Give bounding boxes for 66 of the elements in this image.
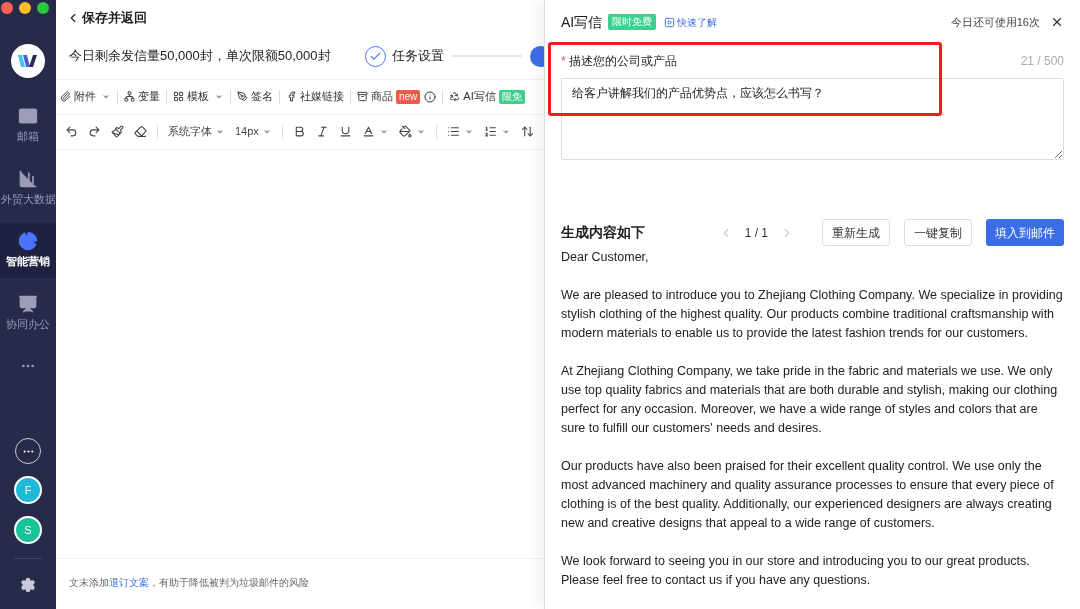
send-quota-text: 今日剩余发信量50,000封，单次限额50,000封 (69, 47, 331, 66)
description-field[interactable]: 给客户讲解我们的产品优势点，应该怎么书写？ (561, 78, 1064, 160)
underline-icon[interactable] (338, 125, 352, 138)
undo-icon[interactable] (65, 125, 78, 138)
text-color-icon[interactable] (361, 125, 375, 138)
free-tag: 限时免费 (608, 14, 657, 30)
generated-paragraph: We look forward to seeing you in our store and introducing you to our great products. Please feel free to contact us if you have any questions. (561, 553, 1031, 589)
italic-icon[interactable] (315, 125, 329, 138)
toolbar-button[interactable]: 附件 (60, 88, 111, 105)
maximize-window-icon[interactable] (37, 2, 49, 14)
footer-hint: 文末添加退订文案，有助于降低被判为垃圾邮件的风险 (68, 576, 310, 590)
redo-icon[interactable] (88, 125, 101, 138)
pie-chart-icon (18, 231, 38, 251)
quick-guide-link[interactable]: 快速了解 (664, 14, 718, 30)
usage-text: 今日还可使用16次 (950, 14, 1040, 30)
recycle-icon (449, 91, 461, 102)
toolbar-button[interactable]: AI写信 (449, 88, 496, 105)
close-icon[interactable] (1050, 15, 1064, 29)
toolbar-button[interactable]: 社媒链接 (286, 88, 344, 105)
toolbar-badge: new (396, 89, 421, 104)
action-button[interactable]: 重新生成 (822, 219, 890, 246)
generated-paragraph: We are pleased to introduce you to Zhejiang Clothing Company. We specialize in providing stylish clothing of the highest quality. Our products combine traditional craftsmanship with modern materials to enable us to provide the latest fashion trends for our customers. (561, 287, 1064, 342)
minimize-window-icon[interactable] (19, 2, 31, 14)
settings-icon[interactable] (20, 577, 36, 593)
numbered-list-icon[interactable] (483, 125, 497, 138)
monitor-chart-icon (18, 293, 38, 314)
toolbar-button[interactable]: 商品 (357, 88, 393, 105)
close-window-icon[interactable] (1, 2, 13, 14)
action-button[interactable]: 一键复制 (904, 219, 972, 246)
sidebar-item[interactable]: 邮箱 (0, 98, 56, 153)
font-size-select[interactable]: 14px (235, 123, 272, 140)
page-indicator: 1 / 1 (744, 224, 768, 242)
sidebar-item[interactable]: 智能营销 (0, 223, 56, 278)
unsubscribe-link[interactable]: 退订文案 (109, 577, 149, 588)
toolbar-button[interactable]: 变量 (124, 88, 160, 105)
fill-into-email-button[interactable]: 填入到邮件 (986, 219, 1064, 246)
toolbar-button[interactable]: 签名 (237, 88, 273, 105)
play-icon (664, 16, 676, 28)
generated-paragraph: At Zhejiang Clothing Company, we take pride in the fabric and materials we use. We only use top quality fabrics and materials that are both durable and stylish, making our clothing perfect for any occasion. Moreover, we have a wide range of styles and colors that are sure to fulfill our customers' needs and desires. (561, 363, 1059, 437)
sidebar-item[interactable]: 协同办公 (0, 285, 56, 340)
step-label[interactable]: 任务设置 (391, 46, 444, 66)
format-painter-icon[interactable] (111, 125, 124, 138)
pen-icon (237, 91, 248, 102)
variable-icon (124, 91, 135, 102)
toolbar-badge: 限免 (498, 89, 525, 104)
back-button[interactable]: 保存并返回 (56, 0, 147, 28)
info-icon[interactable] (424, 90, 437, 103)
required-mark: * (561, 53, 566, 70)
char-count: 21 / 500 (1020, 53, 1064, 70)
generated-paragraph: Our products have also been praised for their excellent quality control. We use only the most advanced machinery and quality assurance processes to ensure that every piece of clothing is of the best quality. Additionally, our experienced designers are always creating new and creative designs that appeal to a wide range of customers. (561, 458, 1055, 532)
paperclip-icon (60, 91, 71, 102)
eraser-icon[interactable] (134, 125, 147, 138)
line-height-icon[interactable] (520, 125, 534, 138)
panel-title: AI写信 (561, 12, 603, 32)
generated-paragraph: Dear Customer, (561, 249, 650, 266)
box-icon (357, 91, 368, 102)
highlight-color-icon[interactable] (398, 125, 412, 138)
facebook-icon (286, 91, 297, 102)
bullet-list-icon[interactable] (446, 125, 460, 138)
toolbar-button[interactable]: 模板 (173, 88, 224, 105)
font-family-select[interactable]: 系统字体 (168, 123, 225, 140)
grid-icon (173, 91, 184, 102)
logo-icon (11, 44, 45, 78)
sidebar-item[interactable]: 外贸大数据 (0, 160, 56, 215)
field-label: 描述您的公司或产品 (568, 53, 677, 70)
result-title: 生成内容如下 (561, 223, 645, 242)
